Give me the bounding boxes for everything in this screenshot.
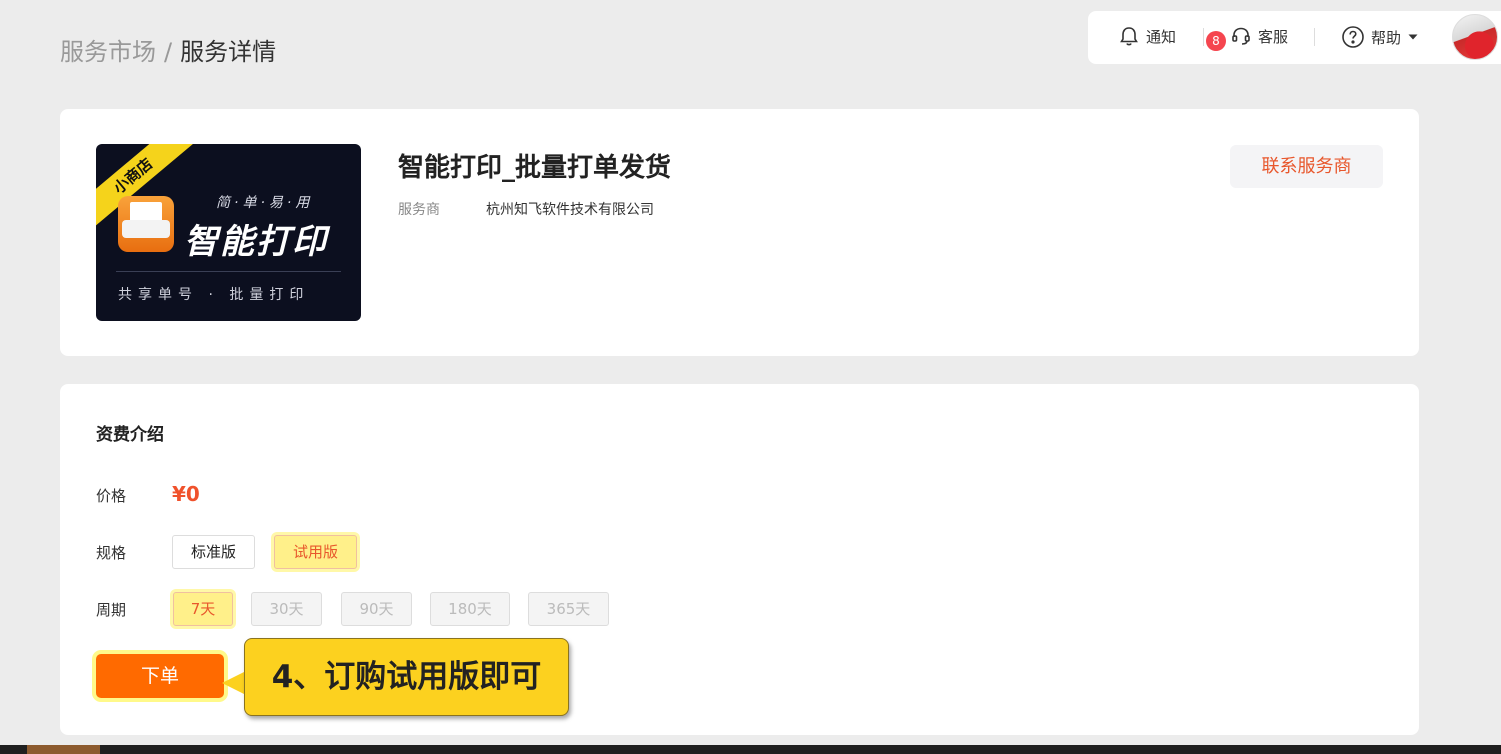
toolbar-divider [1314,28,1315,46]
spec-label: 规格 [96,544,127,562]
place-order-button[interactable]: 下单 [96,654,224,698]
help-menu-button[interactable]: 帮助 [1341,25,1419,49]
callout-pointer [222,671,246,695]
breadcrumb: 服务市场 / 服务详情 [60,34,276,70]
breadcrumb-current: 服务详情 [180,38,277,66]
spec-option-standard[interactable]: 标准版 [172,535,255,569]
period-label: 周期 [96,601,127,619]
user-avatar[interactable] [1452,14,1498,60]
vendor-label: 服务商 [398,202,440,218]
vendor-name: 杭州知飞软件技术有限公司 [486,202,654,218]
pricing-section-title: 资费介绍 [96,425,164,445]
logo-divider [116,271,341,272]
notify-label: 通知 [1146,27,1177,46]
notify-button[interactable]: 通知 8 [1118,25,1226,51]
logo-slogan: 简·单·易·用 [216,195,314,211]
price-label: 价格 [96,487,127,505]
breadcrumb-root-link[interactable]: 服务市场 [60,34,156,70]
period-option-30[interactable]: 30天 [251,592,322,626]
top-toolbar: 通知 8 客服 帮助 [1088,11,1501,64]
help-circle-icon [1341,25,1365,49]
bottom-bar-accent [27,745,100,754]
bottom-bar [0,745,1501,754]
period-option-365[interactable]: 365天 [528,592,609,626]
breadcrumb-separator: / [164,38,173,66]
contact-vendor-button[interactable]: 联系服务商 [1230,145,1383,188]
logo-title: 智能打印 [184,222,328,262]
price-value: ¥0 [172,482,200,506]
headset-icon [1230,25,1252,47]
customer-service-label: 客服 [1258,27,1289,46]
product-title: 智能打印_批量打单发货 [398,153,672,183]
caret-down-icon [1407,31,1419,43]
product-card: 小商店 简·单·易·用 智能打印 共享单号 · 批量打印 智能打印_批量打单发货… [60,109,1419,356]
help-label: 帮助 [1371,28,1402,47]
period-option-90[interactable]: 90天 [341,592,412,626]
logo-subtitle: 共享单号 · 批量打印 [118,287,310,303]
product-logo: 小商店 简·单·易·用 智能打印 共享单号 · 批量打印 [96,144,361,321]
bell-icon [1118,25,1140,47]
toolbar-divider [1203,28,1204,46]
period-option-7[interactable]: 7天 [173,592,233,626]
tutorial-callout: 4、订购试用版即可 [244,638,569,716]
period-option-180[interactable]: 180天 [430,592,510,626]
printer-icon [118,196,174,252]
notify-count-badge: 8 [1206,31,1226,51]
customer-service-button[interactable]: 客服 [1230,25,1288,47]
spec-option-trial[interactable]: 试用版 [274,535,357,569]
